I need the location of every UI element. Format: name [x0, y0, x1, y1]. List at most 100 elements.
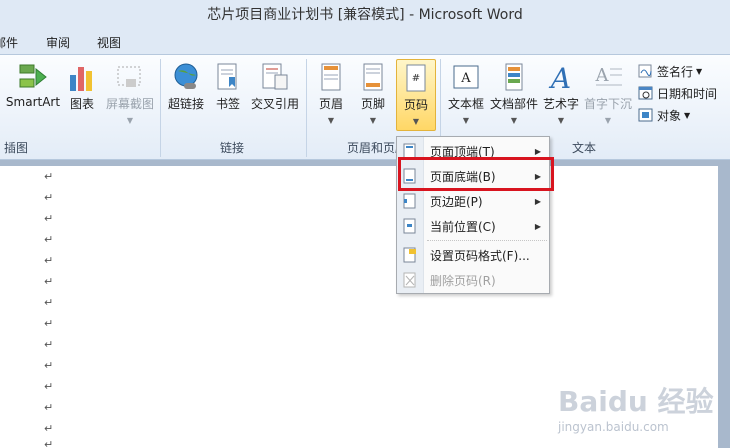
globe-icon: [174, 63, 198, 89]
cross-reference-icon: [262, 63, 288, 90]
svg-text:#: #: [412, 73, 420, 84]
watermark-subtext: jingyan.baidu.com: [558, 420, 669, 434]
wordart-label: 艺术字: [542, 97, 579, 111]
chart-button[interactable]: 图表: [64, 59, 100, 131]
hyperlink-label: 超链接: [167, 97, 204, 111]
svg-text:A: A: [460, 71, 471, 86]
object-label: 对象: [657, 108, 682, 123]
date-time-label: 日期和时间: [657, 86, 718, 101]
menu-item-format-page-numbers[interactable]: 设置页码格式(F)...: [397, 243, 549, 267]
chevron-down-icon: ▼: [126, 116, 134, 125]
chevron-down-icon: ▼: [412, 117, 420, 126]
paragraph-mark: ↵: [44, 422, 54, 435]
paragraph-mark: ↵: [44, 254, 54, 267]
group-label-links: 链接: [219, 141, 244, 155]
quick-parts-button[interactable]: 文档部件 ▼: [488, 59, 540, 131]
chevron-down-icon: ▼: [557, 116, 565, 125]
signature-line-button[interactable]: 签名行 ▼: [638, 61, 702, 81]
hyperlink-button[interactable]: 超链接: [164, 59, 208, 131]
svg-text:A: A: [595, 65, 610, 86]
cross-reference-button[interactable]: 交叉引用: [248, 59, 302, 131]
remove-page-number-icon: [403, 272, 416, 288]
format-page-number-icon: [403, 247, 416, 263]
page-number-label: 页码: [403, 98, 428, 112]
quick-parts-icon: [505, 63, 523, 91]
header-button[interactable]: 页眉 ▼: [312, 59, 350, 131]
tab-review[interactable]: 审阅: [46, 34, 70, 51]
footer-button[interactable]: 页脚 ▼: [354, 59, 392, 131]
highlight-box: [398, 157, 554, 191]
paragraph-mark: ↵: [44, 275, 54, 288]
text-box-label: 文本框: [447, 97, 484, 111]
date-time-button[interactable]: 日期和时间: [638, 83, 717, 103]
paragraph-mark: ↵: [44, 191, 54, 204]
footer-icon: [363, 63, 383, 91]
group-divider: [306, 59, 307, 157]
drop-cap-label: 首字下沉: [583, 97, 632, 111]
paragraph-mark: ↵: [44, 438, 54, 448]
group-label-text: 文本: [572, 141, 597, 155]
header-label: 页眉: [318, 97, 343, 111]
bookmark-label: 书签: [215, 97, 240, 111]
bookmark-button[interactable]: 书签: [210, 59, 246, 131]
paragraph-mark: ↵: [44, 317, 54, 330]
group-label-illustrations: 插图: [4, 141, 29, 155]
chevron-down-icon: ▼: [327, 116, 335, 125]
paragraph-mark: ↵: [44, 170, 54, 183]
paragraph-mark: ↵: [44, 338, 54, 351]
current-position-icon: [403, 218, 416, 234]
menu-separator: [427, 240, 547, 241]
paragraph-mark: ↵: [44, 296, 54, 309]
page-number-button[interactable]: # 页码 ▼: [396, 59, 436, 131]
document-area: ↵ ↵ ↵ ↵ ↵ ↵ ↵ ↵ ↵ ↵ ↵ ↵ ↵ ↵ Baidu 经验 jin…: [0, 160, 730, 448]
chevron-down-icon: ▼: [696, 66, 703, 76]
text-box-icon: A: [453, 65, 479, 89]
wordart-icon: A: [548, 62, 571, 93]
page-number-icon: #: [406, 64, 426, 92]
quick-parts-label: 文档部件: [489, 97, 538, 111]
window-title: 芯片项目商业计划书 [兼容模式] - Microsoft Word: [0, 0, 730, 30]
chart-label: 图表: [69, 97, 94, 111]
drop-cap-button[interactable]: A 首字下沉 ▼: [582, 59, 634, 131]
smartart-icon: [19, 64, 47, 88]
tab-mailings[interactable]: 邮件: [0, 34, 18, 51]
menu-item-remove-page-numbers[interactable]: 删除页码(R): [397, 268, 549, 292]
tab-view[interactable]: 视图: [97, 34, 121, 51]
ribbon: SmartArt 图表 屏幕截图 ▼ 插图 超链接 书签 交叉引用 链接 页眉 …: [0, 54, 730, 160]
menu-item-label: 删除页码(R): [430, 273, 496, 288]
cross-reference-label: 交叉引用: [250, 97, 299, 111]
footer-label: 页脚: [360, 97, 385, 111]
wordart-button[interactable]: A 艺术字 ▼: [542, 59, 580, 131]
watermark: Baidu 经验 jingyan.baidu.com: [558, 380, 714, 434]
signature-line-label: 签名行: [657, 64, 694, 79]
paragraph-mark: ↵: [44, 359, 54, 372]
page-margin-icon: [403, 193, 416, 209]
screenshot-button[interactable]: 屏幕截图 ▼: [102, 59, 158, 131]
smartart-button[interactable]: SmartArt: [4, 59, 62, 131]
signature-line-icon: [638, 64, 652, 78]
calendar-icon: [638, 86, 653, 100]
menu-item-current-position[interactable]: 当前位置(C) ▶: [397, 214, 549, 238]
paragraph-mark: ↵: [44, 233, 54, 246]
screenshot-label: 屏幕截图: [105, 97, 154, 111]
menu-item-label: 当前位置(C): [430, 219, 496, 234]
chevron-down-icon: ▼: [684, 110, 691, 120]
menu-item-label: 页边距(P): [430, 194, 483, 209]
group-divider: [160, 59, 161, 157]
paragraph-mark: ↵: [44, 380, 54, 393]
paragraph-mark: ↵: [44, 212, 54, 225]
chevron-down-icon: ▼: [510, 116, 518, 125]
text-box-button[interactable]: A 文本框 ▼: [446, 59, 486, 131]
smartart-label: SmartArt: [5, 95, 61, 109]
bookmark-icon: [217, 63, 237, 90]
submenu-arrow-icon: ▶: [534, 196, 541, 206]
svg-text:A: A: [548, 62, 571, 93]
object-icon: [638, 108, 653, 122]
chart-icon: [70, 67, 92, 91]
chevron-down-icon: ▼: [369, 116, 377, 125]
object-button[interactable]: 对象 ▼: [638, 105, 690, 125]
submenu-arrow-icon: ▶: [534, 146, 541, 156]
watermark-text: Baidu 经验: [558, 385, 714, 418]
paragraph-mark: ↵: [44, 401, 54, 414]
menu-item-page-margins[interactable]: 页边距(P) ▶: [397, 189, 549, 213]
